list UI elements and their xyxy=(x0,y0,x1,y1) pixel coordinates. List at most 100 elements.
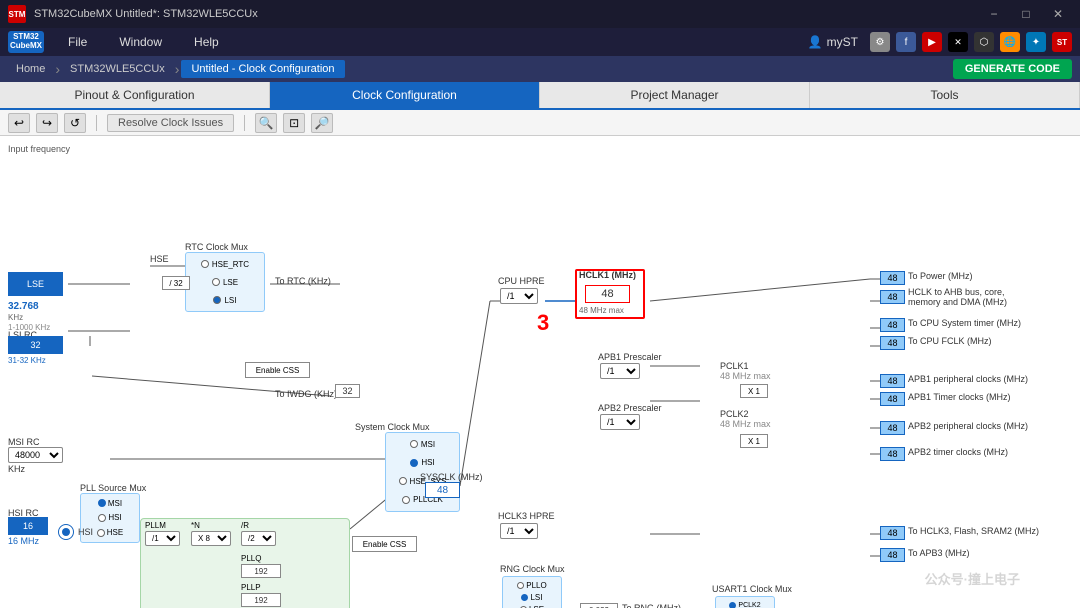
label-apb1-tmr: APB1 Timer clocks (MHz) xyxy=(908,392,1076,402)
window-controls: − □ ✕ xyxy=(980,5,1072,23)
pllo-rng: PLLO xyxy=(526,581,546,590)
facebook-icon[interactable]: f xyxy=(896,32,916,52)
input-frequency-section: Input frequency xyxy=(8,144,70,154)
user-icon: 👤 xyxy=(808,35,823,49)
lse-label: LSE xyxy=(27,279,44,289)
rng-mux-label: RNG Clock Mux xyxy=(500,564,565,574)
hse-radio xyxy=(201,260,209,268)
tab-tools[interactable]: Tools xyxy=(810,82,1080,108)
rng-mux-box: PLLO LSI LSE MSI xyxy=(502,576,562,608)
app-icon: STM xyxy=(8,5,26,23)
msi-select[interactable]: 48000 xyxy=(8,447,63,463)
star-icon[interactable]: ✦ xyxy=(1026,32,1046,52)
to-rng-val: 0.032 xyxy=(580,603,618,608)
out-val-4: 48 xyxy=(880,336,905,350)
apb1-select[interactable]: /1 xyxy=(600,363,640,379)
myst-label: myST xyxy=(827,35,858,49)
pllq-val: 192 xyxy=(241,564,281,578)
globe-icon[interactable]: 🌐 xyxy=(1000,32,1020,52)
apb2-select[interactable]: /1 xyxy=(600,414,640,430)
close-button[interactable]: ✕ xyxy=(1044,5,1072,23)
hclk1-highlight: HCLK1 (MHz) 48 48 MHz max xyxy=(575,269,645,319)
lsi-radio-rtc xyxy=(213,296,221,304)
lsi-value-box: 32 xyxy=(8,336,63,354)
label-hclk3: To HCLK3, Flash, SRAM2 (MHz) xyxy=(908,526,1076,536)
msi-radio-sys xyxy=(410,440,418,448)
out-val-8: 48 xyxy=(880,447,905,461)
menu-window[interactable]: Window xyxy=(115,33,166,51)
settings-icon[interactable]: ⚙ xyxy=(870,32,890,52)
menu-file[interactable]: File xyxy=(64,33,91,51)
bc-sep2: › xyxy=(175,61,180,77)
tab-clock[interactable]: Clock Configuration xyxy=(270,82,540,108)
hse-radio-sys xyxy=(399,477,407,485)
usart1-mux-label: USART1 Clock Mux xyxy=(712,584,792,594)
bc-device[interactable]: STM32WLE5CCUx xyxy=(62,61,173,77)
hse-pll-label: HSE xyxy=(107,528,123,537)
reset-button[interactable]: ↺ xyxy=(64,113,86,133)
undo-button[interactable]: ↩ xyxy=(8,113,30,133)
zoom-out-icon[interactable]: 🔎 xyxy=(311,113,333,133)
x-icon[interactable]: ✕ xyxy=(948,32,968,52)
breadcrumb: Home › STM32WLE5CCUx › Untitled - Clock … xyxy=(0,56,1080,82)
rtc-mux-label: RTC Clock Mux xyxy=(185,242,248,252)
pll-radio-sys xyxy=(402,496,410,504)
bc-home[interactable]: Home xyxy=(8,61,53,77)
lse-label-rtc: LSE xyxy=(223,278,238,287)
sysclk-label: SYSCLK (MHz) xyxy=(420,472,483,482)
bc-sep1: › xyxy=(55,61,60,77)
hclk1-val[interactable]: 48 xyxy=(585,285,630,303)
tab-project[interactable]: Project Manager xyxy=(540,82,810,108)
myst-button[interactable]: 👤 myST xyxy=(808,35,858,49)
out-val-6: 48 xyxy=(880,392,905,406)
enable-css-btn2[interactable]: Enable CSS xyxy=(352,536,417,552)
stm-icon[interactable]: ST xyxy=(1052,32,1072,52)
out-val-10: 48 xyxy=(880,548,905,562)
youtube-icon[interactable]: ▶ xyxy=(922,32,942,52)
rtc-mux-box: HSE_RTC LSE LSI xyxy=(185,252,265,312)
enable-css-btn1[interactable]: Enable CSS xyxy=(245,362,310,378)
hse-rtc-label: HSE_RTC xyxy=(212,260,249,269)
hse-label: HSE xyxy=(150,254,169,264)
resolve-clock-button[interactable]: Resolve Clock Issues xyxy=(107,114,234,132)
hsi-pll-label: HSI xyxy=(108,513,121,522)
github-icon[interactable]: ⬡ xyxy=(974,32,994,52)
minimize-button[interactable]: − xyxy=(980,5,1008,23)
plln-select[interactable]: X 8 xyxy=(191,531,231,546)
pclk1-label: PCLK1 xyxy=(720,361,749,371)
pllr-label: /R xyxy=(241,521,249,530)
tab-pinout[interactable]: Pinout & Configuration xyxy=(0,82,270,108)
clock-diagram: Input frequency LSE 32.768 KHz 1-1000 KH… xyxy=(0,136,1080,608)
pllq-label: PLLQ xyxy=(241,554,261,563)
watermark: 公众号·撞上电子 xyxy=(925,569,1020,588)
lse-radio xyxy=(212,278,220,286)
toolbar-separator2 xyxy=(244,115,245,131)
fit-view-icon[interactable]: ⊡ xyxy=(283,113,305,133)
generate-code-button[interactable]: GENERATE CODE xyxy=(953,59,1072,79)
maximize-button[interactable]: □ xyxy=(1012,5,1040,23)
lsi-rng: LSI xyxy=(530,593,542,602)
menu-help[interactable]: Help xyxy=(190,33,223,51)
bc-page[interactable]: Untitled - Clock Configuration xyxy=(181,60,344,78)
toolbar-separator xyxy=(96,115,97,131)
hsi-radio-sys xyxy=(410,459,418,467)
cpu-hpre-select[interactable]: /1 xyxy=(500,288,538,304)
menubar: STM32CubeMX File Window Help 👤 myST ⚙ f … xyxy=(0,28,1080,56)
pclk2-max: 48 MHz max xyxy=(720,419,771,429)
div32-box: / 32 xyxy=(162,276,190,290)
pllr-select[interactable]: /2 xyxy=(241,531,276,546)
out-val-3: 48 xyxy=(880,318,905,332)
menu-items: File Window Help xyxy=(64,33,223,51)
x1-box1: X 1 xyxy=(740,384,768,398)
social-icons: ⚙ f ▶ ✕ ⬡ 🌐 ✦ ST xyxy=(870,32,1072,52)
redo-button[interactable]: ↪ xyxy=(36,113,58,133)
pllm-select[interactable]: /1 xyxy=(145,531,180,546)
label-cpu-fclk: To CPU FCLK (MHz) xyxy=(908,336,1076,346)
zoom-in-icon[interactable]: 🔍 xyxy=(255,113,277,133)
titlebar: STM STM32CubeMX Untitled*: STM32WLE5CCUx… xyxy=(0,0,1080,28)
pll-area: PLLM /1 *N X 8 /R /2 PLLQ 192 PLLP 192 xyxy=(140,518,350,608)
msi-pll-label: MSI xyxy=(108,499,122,508)
label-ahb: HCLK to AHB bus, core, xyxy=(908,287,1076,297)
pclk2-label: PCLK2 xyxy=(720,409,749,419)
hclk3-select[interactable]: /1 xyxy=(500,523,538,539)
